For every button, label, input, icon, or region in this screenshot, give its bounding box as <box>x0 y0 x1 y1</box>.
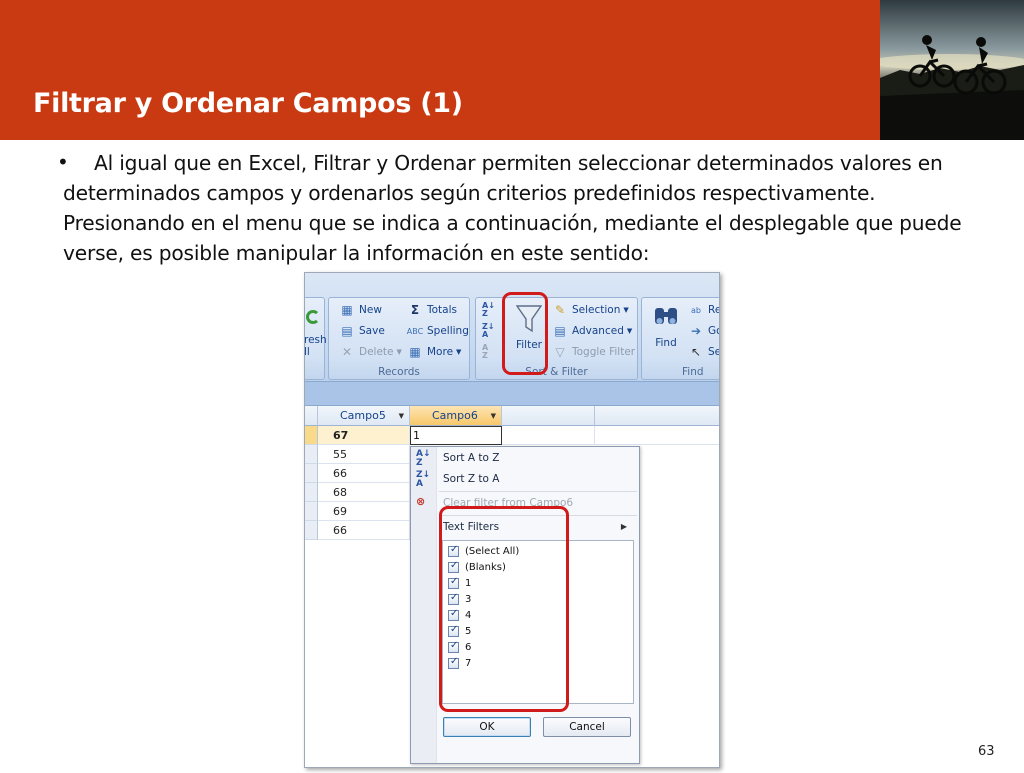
slide-title: Filtrar y Ordenar Campos (1) <box>33 88 463 119</box>
slide-header: Filtrar y Ordenar Campos (1) <box>0 0 880 140</box>
cancel-button[interactable]: Cancel <box>543 717 631 737</box>
new-label: New <box>359 304 382 316</box>
page-number: 63 <box>978 744 995 759</box>
more-label: More <box>427 346 454 358</box>
new-record-icon: ▦ <box>341 303 353 317</box>
advanced-icon: ▤ <box>554 324 566 338</box>
arrow-right-icon: ➔ <box>690 324 702 338</box>
row-selector-header[interactable] <box>305 406 318 426</box>
delete-icon: ✕ <box>341 345 353 359</box>
new-record-button[interactable]: ▦ New <box>339 301 382 319</box>
spelling-label: Spelling <box>427 325 469 337</box>
sort-za-icon[interactable]: Z↓ A <box>482 323 500 341</box>
replace-label: Re <box>708 304 720 316</box>
totals-label: Totals <box>427 304 457 316</box>
save-record-button[interactable]: ▤ Save <box>339 322 385 340</box>
select-label: Sel <box>708 346 719 358</box>
table-cell[interactable] <box>502 426 595 445</box>
column-label-campo5: Campo5 <box>340 409 386 422</box>
dropdown-arrow-icon[interactable]: ▼ <box>491 406 496 426</box>
document-tab-bar <box>305 382 719 406</box>
spelling-icon: ABC <box>406 326 424 336</box>
delete-label: Delete <box>359 346 394 358</box>
selection-label: Selection <box>572 304 621 316</box>
find-label: Find <box>655 337 677 349</box>
sort-a-to-z-item[interactable]: Sort A to Z <box>443 448 499 468</box>
ribbon-group-records: ▦ New ▤ Save ✕ Delete ▼ Σ Totals ABC Spelling … <box>328 297 470 380</box>
advanced-button[interactable]: ▤ Advanced ▼ <box>552 322 632 340</box>
column-header-empty[interactable] <box>502 406 595 426</box>
spelling-button[interactable]: ABC Spelling <box>407 322 469 340</box>
menu-divider <box>439 491 637 492</box>
delete-record-button[interactable]: ✕ Delete ▼ <box>339 343 402 361</box>
pointer-icon: ↖ <box>690 345 702 359</box>
filter-list-highlight <box>439 506 569 712</box>
table-cell[interactable]: 66 <box>318 521 410 540</box>
more-button[interactable]: ▦ More ▼ <box>407 343 461 361</box>
ribbon-group-sort-filter: A↓ Z Z↓ A AZ Filter ✎ Selection ▼ ▤ Advanced ▼… <box>475 297 638 380</box>
binoculars-icon <box>655 308 677 324</box>
totals-button[interactable]: Σ Totals <box>407 301 457 319</box>
table-cell[interactable]: 55 <box>318 445 410 464</box>
sort-za-icon: Z↓ A <box>416 470 431 489</box>
refresh-label-2[interactable]: ll <box>305 346 310 358</box>
header-photo <box>880 0 1024 140</box>
clear-filter-icon: ⊗ <box>416 495 426 508</box>
table-cell[interactable]: 66 <box>318 464 410 483</box>
row-selector[interactable] <box>305 426 318 445</box>
access-screenshot: resh ll ▦ New ▤ Save ✕ Delete ▼ Σ Totals ABC S… <box>304 272 720 768</box>
sigma-icon: Σ <box>410 303 420 317</box>
save-icon: ▤ <box>341 324 353 338</box>
goto-label: Go <box>708 325 719 337</box>
row-selector[interactable] <box>305 483 318 502</box>
row-selector[interactable] <box>305 464 318 483</box>
toggle-filter-label: Toggle Filter <box>572 346 636 358</box>
sort-z-to-a-item[interactable]: Sort Z to A <box>443 469 499 489</box>
save-label: Save <box>359 325 385 337</box>
cyclists-image <box>880 35 1024 140</box>
advanced-label: Advanced <box>572 325 624 337</box>
table-cell[interactable]: 67 <box>318 426 410 445</box>
selection-button[interactable]: ✎ Selection ▼ <box>552 301 629 319</box>
dropdown-arrow-icon[interactable]: ▼ <box>399 406 404 426</box>
column-label-campo6: Campo6 <box>432 409 478 422</box>
column-header-empty[interactable] <box>595 406 719 426</box>
sort-az-icon[interactable]: A↓ Z <box>482 302 500 320</box>
sort-filter-group-label: Sort & Filter <box>525 366 588 378</box>
column-header-campo5[interactable]: Campo5 ▼ <box>318 406 410 426</box>
ok-button[interactable]: OK <box>443 717 531 737</box>
table-cell[interactable]: 69 <box>318 502 410 521</box>
row-selector[interactable] <box>305 521 318 540</box>
select-button[interactable]: ↖ Sel <box>688 343 719 361</box>
find-button[interactable]: Find <box>648 302 684 358</box>
campo6-edit-cell[interactable]: 1 <box>410 426 502 445</box>
ribbon-group-find: Find ab Re ➔ Go ↖ Sel Find <box>641 297 720 380</box>
replace-button[interactable]: ab Re <box>688 301 720 319</box>
find-group-label: Find <box>682 366 704 378</box>
toggle-filter-button[interactable]: ▽ Toggle Filter <box>552 343 635 361</box>
records-group-label: Records <box>378 366 420 378</box>
refresh-icon[interactable] <box>306 310 320 324</box>
replace-icon: ab <box>691 305 701 315</box>
table-cell[interactable]: 68 <box>318 483 410 502</box>
column-header-campo6[interactable]: Campo6 ▼ <box>410 406 502 426</box>
body-paragraph: Al igual que en Excel, Filtrar y Ordenar… <box>63 151 962 265</box>
more-icon: ▦ <box>409 345 421 359</box>
table-cell[interactable] <box>595 426 719 445</box>
refresh-label[interactable]: resh <box>305 334 327 346</box>
toggle-filter-icon: ▽ <box>555 345 565 359</box>
row-selector[interactable] <box>305 502 318 521</box>
clear-sort-icon[interactable]: AZ <box>482 344 500 362</box>
sort-az-icon: A↓ Z <box>416 449 431 468</box>
goto-button[interactable]: ➔ Go <box>688 322 719 340</box>
selection-icon: ✎ <box>554 303 566 317</box>
filter-button-highlight <box>502 292 548 375</box>
ribbon-group-refresh: resh ll <box>305 297 327 380</box>
submenu-arrow-icon: ▶ <box>620 522 627 531</box>
row-selector[interactable] <box>305 445 318 464</box>
